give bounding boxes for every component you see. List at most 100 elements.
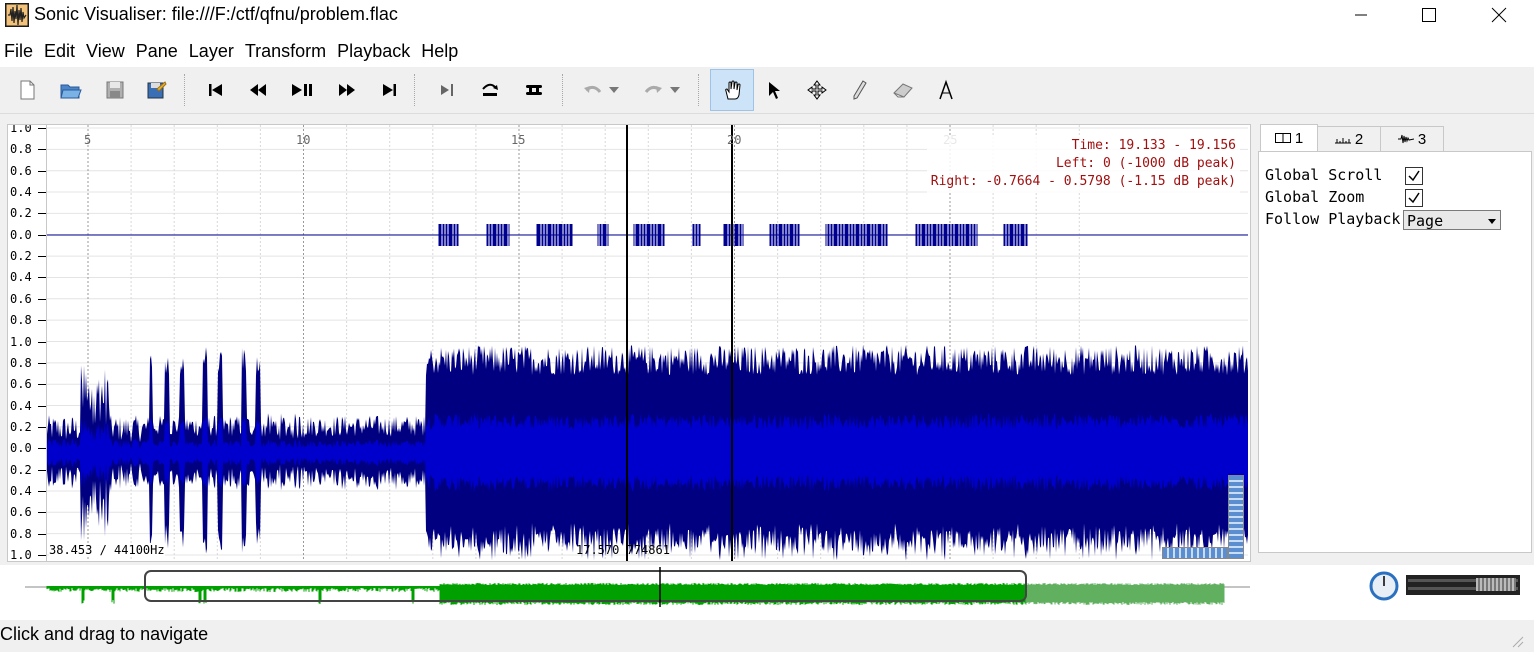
scale-label: 0.8 [10, 313, 32, 328]
checkmark-icon [1408, 192, 1420, 204]
tab-layer-3[interactable]: 3 [1380, 126, 1444, 151]
global-zoom-label: Global Zoom [1265, 188, 1365, 206]
waveform-pane[interactable]: 1.0 0.8 0.6 0.4 0.2 0.0 0.2 0.4 0.6 0.8 1.0 0.8 0.6 0… [7, 124, 1251, 562]
scale-tick [38, 341, 46, 343]
pane-icon [1274, 130, 1291, 147]
loop-icon[interactable] [471, 71, 509, 109]
scale-label: 0.2 [10, 249, 32, 264]
navigate-hand-icon[interactable] [710, 69, 754, 111]
tab-pane-1[interactable]: 1 [1260, 124, 1318, 152]
menu-help[interactable]: Help [417, 36, 465, 66]
playback-speed-dial[interactable] [1368, 570, 1400, 602]
scale-label: 0.4 [10, 398, 32, 413]
info-left: Left: 0 (-1000 dB peak) [1055, 156, 1236, 171]
playback-gain-slider[interactable] [1406, 575, 1520, 595]
horizontal-zoom-slider[interactable] [1162, 547, 1228, 559]
undo-dropdown-icon[interactable] [604, 71, 624, 109]
save-session-icon[interactable] [137, 71, 175, 109]
window-title: Sonic Visualiser: file:///F:/ctf/qfnu/pr… [34, 4, 398, 24]
resize-grip-icon[interactable] [1510, 634, 1524, 648]
scale-tick [38, 555, 46, 556]
scale-tick [38, 512, 46, 514]
scale-label: 0.0 [10, 227, 32, 242]
playhead-position-label: 17.570 774861 [576, 543, 670, 557]
scale-tick [38, 128, 46, 129]
menu-view[interactable]: View [82, 36, 132, 66]
scale-tick [38, 384, 46, 386]
time-tick-label: 5 [84, 133, 92, 147]
scale-tick [38, 256, 46, 258]
waveform-icon [1397, 131, 1414, 148]
play-pause-icon[interactable] [284, 71, 322, 109]
scale-tick [38, 170, 46, 172]
scale-tick [38, 426, 46, 428]
close-icon[interactable] [1476, 0, 1522, 30]
scale-tick [38, 298, 46, 300]
scale-label: 0.2 [10, 419, 32, 434]
status-message: Click and drag to navigate [0, 624, 209, 644]
move-icon[interactable] [798, 71, 836, 109]
scale-label: 0.4 [10, 483, 32, 498]
erase-icon[interactable] [884, 71, 922, 109]
scale-tick [38, 192, 46, 194]
toolbar [0, 67, 1534, 114]
follow-playback-select[interactable]: Page [1403, 210, 1501, 230]
scale-tick [38, 448, 46, 450]
redo-dropdown-icon[interactable] [665, 71, 685, 109]
checkmark-icon [1408, 170, 1420, 182]
rewind-icon[interactable] [239, 71, 277, 109]
status-bar: Click and drag to navigate [0, 620, 1534, 652]
menu-bar: File Edit View Pane Layer Transform Play… [0, 36, 1534, 66]
scale-tick [38, 405, 46, 407]
solo-icon[interactable] [515, 71, 553, 109]
fast-forward-icon[interactable] [328, 71, 366, 109]
menu-playback[interactable]: Playback [333, 36, 417, 66]
menu-layer[interactable]: Layer [185, 36, 241, 66]
measure-icon[interactable] [927, 71, 965, 109]
scale-tick [38, 277, 46, 279]
ruler-icon [1334, 131, 1351, 148]
duration-label: 38.453 / 44100Hz [49, 543, 165, 557]
global-zoom-checkbox[interactable] [1405, 189, 1423, 207]
scale-label: 0.8 [10, 355, 32, 370]
time-tick-label: 20 [727, 133, 742, 147]
scale-tick [38, 490, 46, 492]
gain-handle[interactable] [1476, 578, 1516, 591]
overview-canvas[interactable] [25, 567, 1250, 607]
menu-edit[interactable]: Edit [40, 36, 82, 66]
property-box: 1 2 3 Global Scroll Global Zoom Follow P… [1252, 124, 1534, 560]
scale-tick [38, 533, 46, 535]
new-file-icon[interactable] [8, 71, 46, 109]
fast-forward-end-icon[interactable] [370, 71, 408, 109]
vertical-scale: 1.0 0.8 0.6 0.4 0.2 0.0 0.2 0.4 0.6 0.8 1.0 0.8 0.6 0… [8, 125, 47, 561]
main-area: 1.0 0.8 0.6 0.4 0.2 0.0 0.2 0.4 0.6 0.8 1.0 0.8 0.6 0… [0, 114, 1534, 565]
menu-transform[interactable]: Transform [241, 36, 333, 66]
vertical-zoom-slider[interactable] [1228, 475, 1244, 559]
scale-label: 0.2 [10, 206, 32, 221]
scale-label: 1.0 [10, 334, 32, 349]
scale-label: 1.0 [10, 124, 32, 135]
scale-label: 0.6 [10, 291, 32, 306]
global-scroll-checkbox[interactable] [1405, 167, 1423, 185]
play-selection-icon[interactable] [428, 71, 466, 109]
tab-layer-2[interactable]: 2 [1317, 126, 1381, 151]
menu-pane[interactable]: Pane [132, 36, 185, 66]
scale-label: 0.4 [10, 270, 32, 285]
draw-pencil-icon[interactable] [840, 71, 878, 109]
minimize-icon[interactable] [1338, 0, 1384, 30]
scale-label: 0.6 [10, 163, 32, 178]
rewind-start-icon[interactable] [197, 71, 235, 109]
scale-label: 0.2 [10, 462, 32, 477]
menu-file[interactable]: File [0, 36, 40, 66]
overview-strip[interactable] [25, 567, 1250, 607]
time-tick-label: 10 [296, 133, 311, 147]
select-arrow-icon[interactable] [755, 71, 793, 109]
scale-label: 0.8 [10, 526, 32, 541]
maximize-icon[interactable] [1406, 0, 1452, 30]
property-panel: Global Scroll Global Zoom Follow Playbac… [1258, 151, 1532, 553]
scale-tick [38, 234, 46, 236]
info-right: Right: -0.7664 - 0.5798 (-1.15 dB peak) [930, 174, 1236, 189]
save-icon[interactable] [96, 71, 134, 109]
open-folder-icon[interactable] [52, 71, 90, 109]
info-time: Time: 19.133 - 19.156 [1071, 138, 1236, 153]
